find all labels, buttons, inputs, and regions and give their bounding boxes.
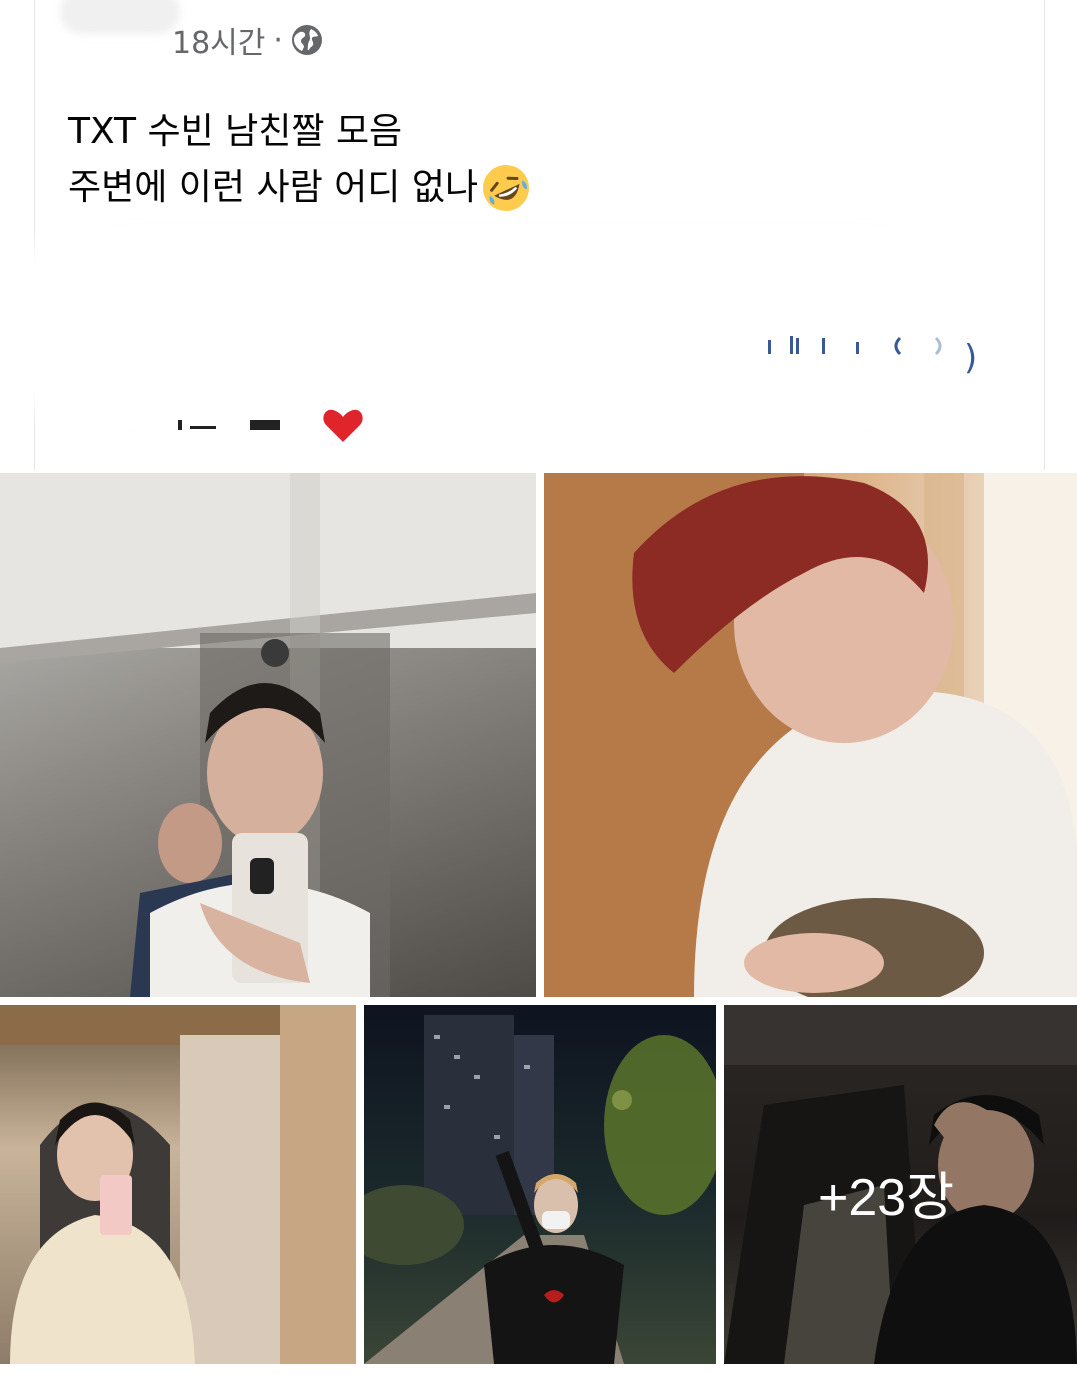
photo-4[interactable] — [364, 1005, 716, 1364]
post-text-line1: TXT 수빈 남친짤 모음 — [68, 111, 403, 152]
globe-icon — [291, 25, 322, 55]
post-text-line2: 주변에 이런 사람 어디 없나 — [68, 167, 479, 208]
timestamp[interactable]: 18시간 — [172, 18, 265, 62]
author-name-redacted — [60, 0, 180, 34]
photo-2[interactable] — [544, 473, 1077, 997]
card-border-left — [34, 0, 35, 470]
heart-icon — [323, 409, 363, 442]
more-photos-label[interactable]: +23장 — [818, 1155, 954, 1230]
redacted-text-fragment — [178, 420, 280, 430]
post-body: TXT 수빈 남친짤 모음 주변에 이런 사람 어디 없나 — [68, 104, 532, 216]
photo-3[interactable] — [0, 1005, 356, 1364]
card-border-right — [1044, 0, 1045, 470]
meta-separator: · — [273, 22, 283, 58]
laughing-emoji-icon — [483, 165, 530, 211]
redacted-text-area — [25, 240, 985, 415]
link-fragment[interactable] — [760, 330, 960, 379]
photo-5-more[interactable]: +23장 — [724, 1005, 1077, 1364]
closing-paren: ) — [964, 338, 978, 378]
post-meta: 18시간 · — [172, 18, 323, 62]
photo-1[interactable] — [0, 473, 536, 997]
